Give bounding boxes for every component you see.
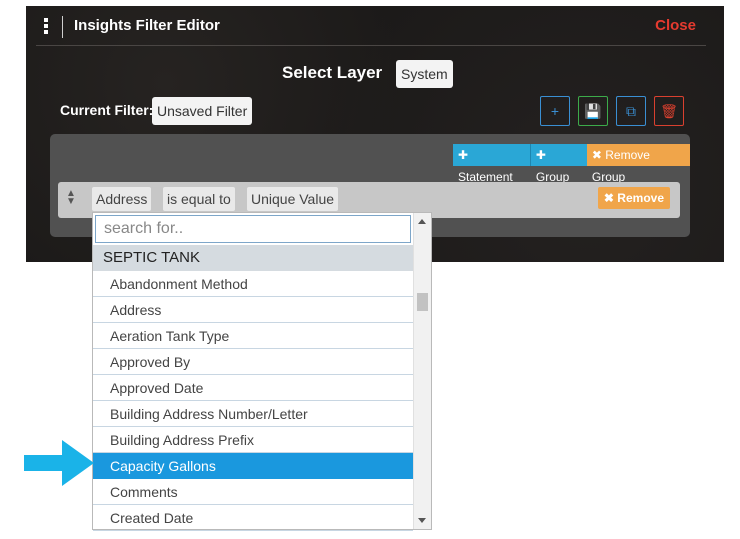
add-group-button[interactable]: ✚ Group [530,144,587,184]
copy-filter-button[interactable]: ⧉ [616,96,646,126]
scroll-up-icon[interactable] [418,219,426,224]
group-button-bar: ✚ Statement ✚ Group ✖ Remove Group [453,144,690,184]
scroll-thumb[interactable] [417,293,428,311]
close-button[interactable]: Close [655,17,696,34]
scroll-down-icon[interactable] [418,518,426,523]
save-icon: 💾 [584,102,602,119]
dropdown-option[interactable]: Building Address Number/Letter [93,401,413,427]
delete-filter-button[interactable]: 🗑 [654,96,684,126]
dropdown-scrollbar[interactable] [413,213,431,529]
option-group-header: SEPTIC TANK [93,245,413,271]
dropdown-option[interactable]: Capacity Gallons [93,453,413,479]
dropdown-option[interactable]: Abandonment Method [93,271,413,297]
add-statement-button[interactable]: ✚ Statement [453,144,530,184]
header-divider [62,16,63,38]
plus-icon: + [550,103,560,119]
current-filter-label: Current Filter: [60,102,154,118]
field-selector[interactable]: Address [92,187,152,211]
add-filter-button[interactable]: + [540,96,570,126]
save-filter-button[interactable]: 💾 [578,96,608,126]
dropdown-option[interactable]: Approved By [93,349,413,375]
remove-statement-button[interactable]: ✖ Remove [597,187,670,209]
sort-handle-icon[interactable]: ▲ ▼ [66,189,76,207]
layer-selector[interactable]: System [396,60,453,88]
field-search-input[interactable] [95,215,411,243]
copy-icon: ⧉ [626,102,636,119]
select-layer-label: Select Layer [282,63,383,82]
value-type-selector[interactable]: Unique Value [247,187,339,211]
menu-icon[interactable] [40,18,52,34]
option-list: Abandonment Method Address Aeration Tank T… [93,271,413,531]
dropdown-option[interactable]: Approved Date [93,375,413,401]
editor-header: Insights Filter Editor Close [26,6,724,46]
header-rule [36,45,706,46]
dropdown-option[interactable]: Comments [93,479,413,505]
field-dropdown: SEPTIC TANK Abandonment MethodAddressAer… [92,212,432,531]
dropdown-option[interactable]: Aeration Tank Type [93,323,413,349]
editor-title: Insights Filter Editor [74,17,220,34]
arrow-right-icon [24,440,94,486]
dropdown-option[interactable]: Created Date [93,505,413,531]
current-filter-value[interactable]: Unsaved Filter [152,97,253,125]
operator-selector[interactable]: is equal to [163,187,235,211]
remove-group-button[interactable]: ✖ Remove Group [586,144,690,184]
dropdown-option[interactable]: Address [93,297,413,323]
trash-icon: 🗑 [660,102,678,119]
dropdown-option[interactable]: Building Address Prefix [93,427,413,453]
